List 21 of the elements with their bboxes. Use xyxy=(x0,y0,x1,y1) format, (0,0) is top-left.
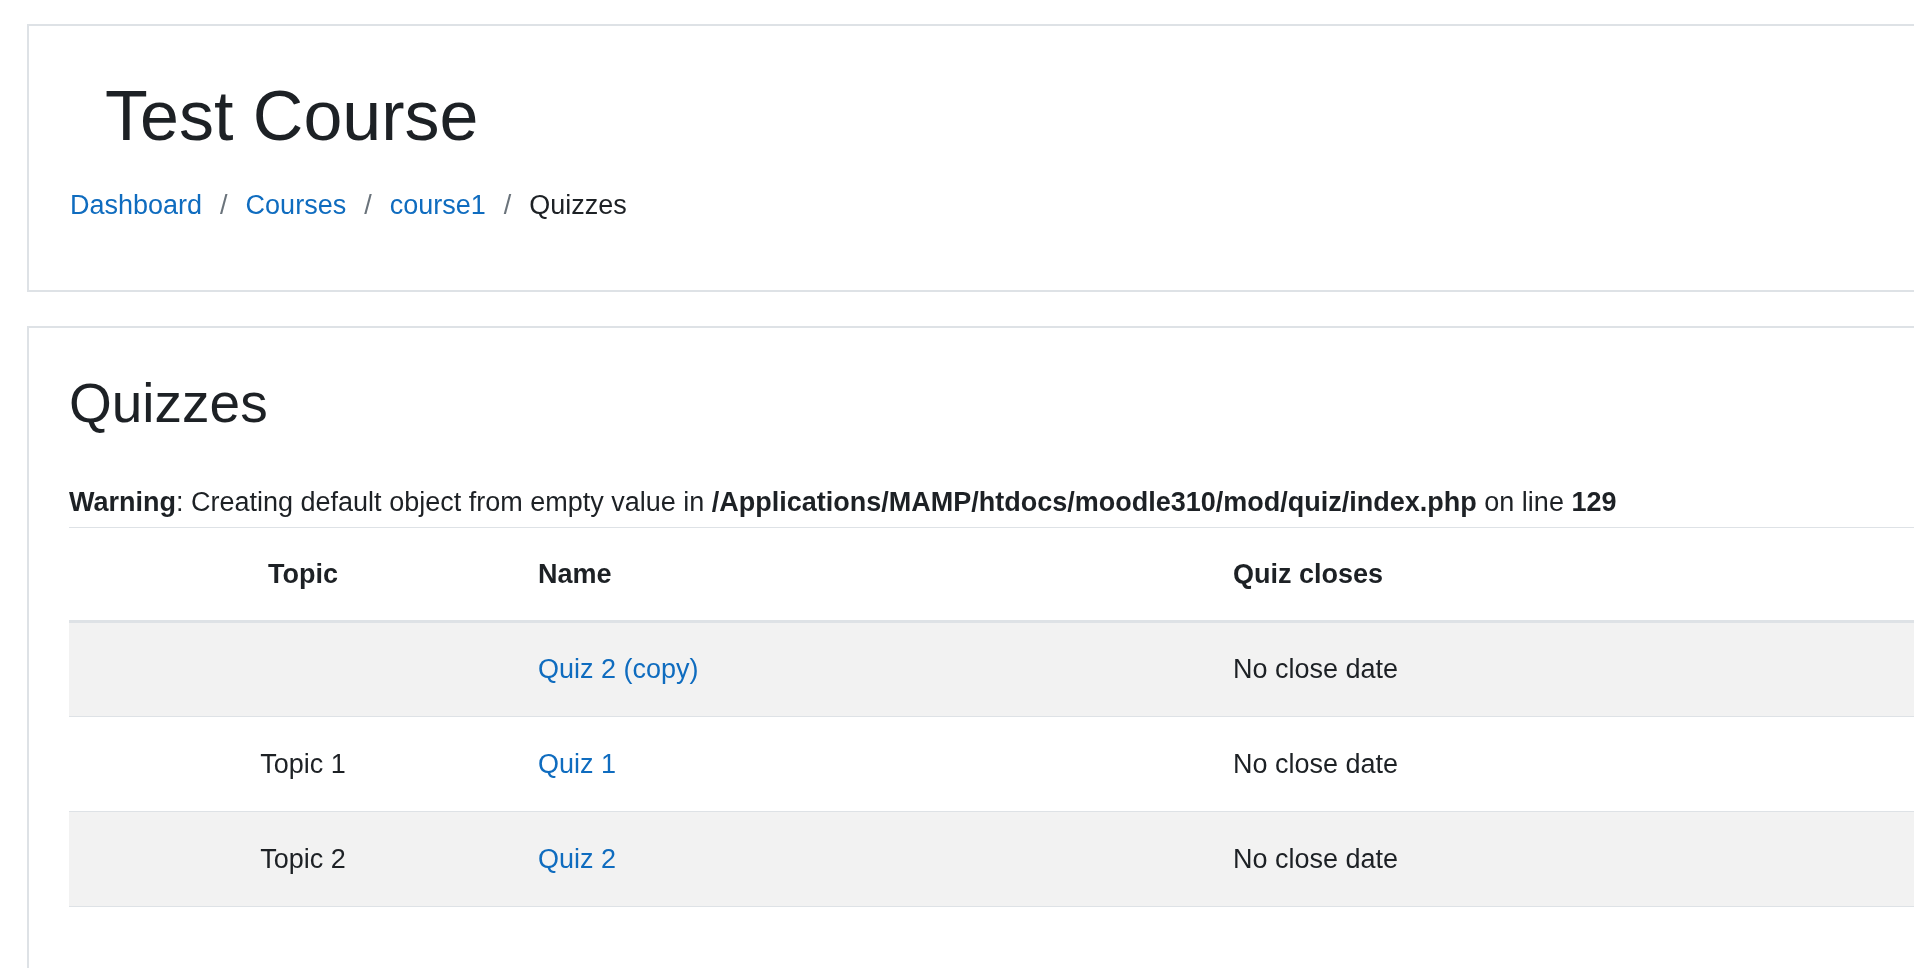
close-date-cell: No close date xyxy=(1233,748,1399,779)
breadcrumb-link[interactable]: Dashboard xyxy=(70,185,203,226)
quiz-link[interactable]: Quiz 1 xyxy=(538,748,617,779)
breadcrumb-link[interactable]: Courses xyxy=(245,185,347,226)
close-date-cell: No close date xyxy=(1233,654,1399,685)
breadcrumb-link[interactable]: course1 xyxy=(389,185,486,226)
column-header: Quiz closes xyxy=(1233,558,1384,589)
topic-cell: Topic 1 xyxy=(260,748,346,779)
course-title: Test Course xyxy=(105,78,480,155)
breadcrumb-separator: / xyxy=(503,189,512,222)
quiz-link[interactable]: Quiz 2 (copy) xyxy=(538,654,699,685)
close-date-cell: No close date xyxy=(1233,843,1399,874)
page-heading: Quizzes xyxy=(69,371,269,436)
topic-cell: Topic 2 xyxy=(260,843,346,874)
breadcrumb-separator: / xyxy=(364,189,372,222)
quiz-link[interactable]: Quiz 2 xyxy=(538,843,617,874)
column-header: Name xyxy=(538,558,612,589)
breadcrumb-current: Quizzes xyxy=(529,189,627,222)
column-header: Topic xyxy=(268,558,338,589)
breadcrumb-separator: / xyxy=(220,189,228,222)
warning-message: Warning: Creating default object from empty value in /Applications/MAMP/htdocs/moodle310/mod/quiz/index.php on line 129 xyxy=(69,482,1914,528)
